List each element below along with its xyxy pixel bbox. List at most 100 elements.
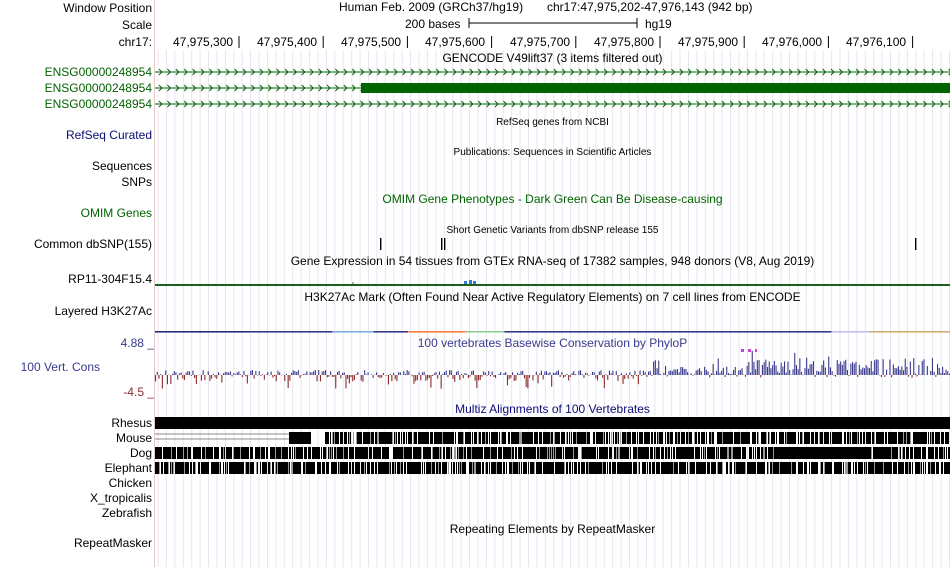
alignment-block (657, 462, 658, 474)
alignment-block (406, 432, 407, 444)
alignment-block (372, 432, 373, 444)
alignment-block (822, 462, 823, 474)
repeatmasker-track-label[interactable]: RepeatMasker (74, 536, 152, 550)
alignment-block (670, 462, 671, 474)
alignment-block (934, 462, 935, 474)
repeatmasker-track-title[interactable]: Repeating Elements by RepeatMasker (155, 522, 950, 536)
alignment-block (753, 447, 754, 459)
track-graphics[interactable] (155, 0, 950, 567)
dbsnp-track-label[interactable]: Common dbSNP(155) (34, 237, 152, 251)
h3k27ac-track-label[interactable]: Layered H3K27Ac (55, 304, 152, 318)
dbsnp-track-title[interactable]: Short Genetic Variants from dbSNP releas… (155, 224, 950, 238)
phylop-bar (211, 375, 213, 379)
gencode-item-label-2[interactable]: ENSG00000248954 (45, 81, 152, 95)
phylop-bar (488, 371, 490, 375)
refseq-track-title[interactable]: RefSeq genes from NCBI (155, 116, 950, 130)
alignment-block (902, 447, 903, 459)
alignment-block (253, 462, 254, 474)
gencode-item-label-1[interactable]: ENSG00000248954 (45, 65, 152, 79)
alignment-block (646, 447, 647, 459)
alignment-block (418, 447, 419, 459)
alignment-block (332, 432, 333, 444)
alignment-block (385, 462, 386, 474)
alignment-block (671, 462, 672, 474)
alignment-block (693, 447, 694, 459)
multiz-species-zebrafish[interactable]: Zebrafish (102, 506, 152, 520)
phylop-bar (294, 371, 296, 375)
alignment-block (918, 447, 919, 459)
alignment-block (919, 447, 920, 459)
alignment-block (327, 462, 328, 474)
alignment-block (381, 432, 382, 444)
alignment-block (383, 447, 384, 459)
alignment-block (340, 432, 341, 444)
phylop-bar (760, 375, 762, 378)
alignment-block (194, 447, 195, 459)
alignment-block (694, 432, 695, 444)
phylop-bar (625, 373, 627, 375)
alignment-block (806, 432, 807, 444)
h3k27ac-track-title[interactable]: H3K27Ac Mark (Often Found Near Active Re… (155, 290, 950, 304)
alignment-block (768, 447, 769, 459)
phylop-bar (904, 358, 906, 375)
alignment-block (369, 447, 370, 459)
alignment-block (214, 447, 215, 459)
alignment-block (577, 432, 578, 444)
alignment-block (303, 462, 304, 474)
alignment-block (792, 432, 793, 444)
alignment-block (912, 462, 913, 474)
omim-track-title[interactable]: OMIM Gene Phenotypes - Dark Green Can Be… (155, 192, 950, 206)
gencode-item-label-3[interactable]: ENSG00000248954 (45, 97, 152, 111)
multiz-species-elephant[interactable]: Elephant (105, 461, 152, 475)
alignment-block (845, 462, 846, 474)
snps-group-label[interactable]: SNPs (121, 175, 152, 189)
alignment-block (551, 447, 552, 459)
alignment-block (588, 462, 589, 474)
alignment-block (347, 462, 348, 474)
multiz-species-x-tropicalis[interactable]: X_tropicalis (90, 491, 152, 505)
alignment-block (251, 447, 252, 459)
omim-track-label[interactable]: OMIM Genes (81, 206, 152, 220)
alignment-block (447, 432, 448, 444)
refseq-track-label[interactable]: RefSeq Curated (66, 128, 152, 142)
multiz-species-dog[interactable]: Dog (130, 446, 152, 460)
alignment-block (396, 432, 397, 444)
alignment-block (383, 462, 384, 474)
alignment-block (789, 432, 790, 444)
multiz-species-chicken[interactable]: Chicken (109, 476, 152, 490)
alignment-block (443, 432, 444, 444)
alignment-block (745, 447, 746, 459)
h3k27ac-signal (714, 331, 758, 333)
alignment-block (856, 432, 857, 444)
alignment-block (915, 447, 916, 459)
multiz-track-title[interactable]: Multiz Alignments of 100 Vertebrates (155, 402, 950, 416)
genome-browser-image[interactable]: Window Position Scale chr17: ENSG0000024… (0, 0, 950, 567)
alignment-block (830, 432, 831, 444)
gtex-track-label[interactable]: RP11-304F15.4 (68, 272, 152, 286)
alignment-block (512, 447, 513, 459)
alignment-block (424, 447, 425, 459)
multiz-species-mouse[interactable]: Mouse (116, 431, 152, 445)
phylop-bar (727, 373, 729, 375)
phylop-track-label[interactable]: 100 Vert. Cons (21, 360, 100, 374)
alignment-block (711, 432, 712, 444)
alignment-block (754, 462, 755, 474)
gtex-track-title[interactable]: Gene Expression in 54 tissues from GTEx … (155, 254, 950, 268)
alignment-block (630, 447, 631, 459)
multiz-species-rhesus[interactable]: Rhesus (111, 416, 152, 430)
alignment-block (512, 462, 513, 474)
publications-track-title[interactable]: Publications: Sequences in Scientific Ar… (155, 146, 950, 160)
publications-track-label[interactable]: Sequences (92, 159, 152, 173)
phylop-bar (416, 375, 418, 381)
alignment-block (867, 432, 868, 444)
alignment-block (916, 462, 917, 474)
gencode-track-title[interactable]: GENCODE V49lift37 (3 items filtered out) (155, 51, 950, 65)
alignment-block (924, 432, 925, 444)
phylop-bar (370, 374, 372, 375)
alignment-block (537, 432, 538, 444)
phylop-track-title[interactable]: 100 vertebrates Basewise Conservation by… (155, 336, 950, 350)
alignment-block (699, 432, 700, 444)
track-data-area[interactable]: Human Feb. 2009 (GRCh37/hg19) chr17:47,9… (155, 0, 950, 567)
alignment-block (915, 432, 916, 444)
alignment-block (271, 447, 272, 459)
